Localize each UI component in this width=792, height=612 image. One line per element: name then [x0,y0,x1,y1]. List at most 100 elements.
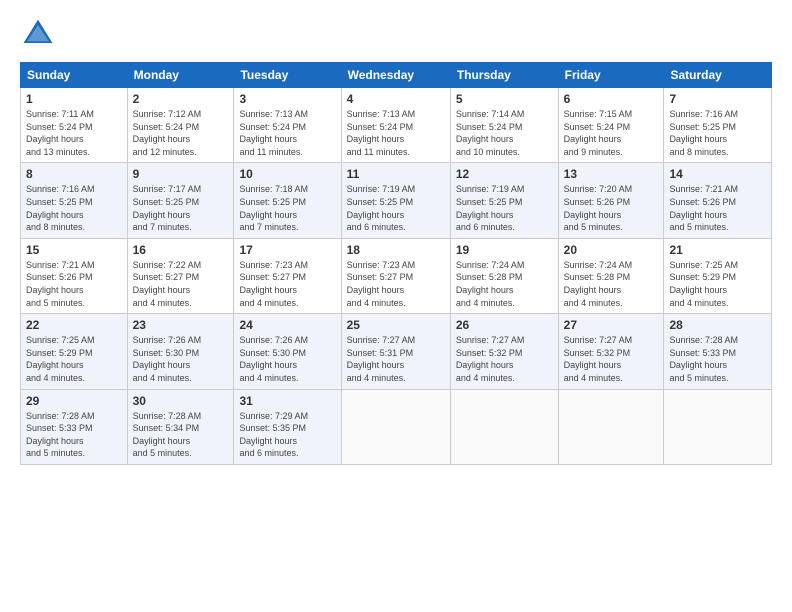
calendar-cell: 19 Sunrise: 7:24 AMSunset: 5:28 PMDayligh… [450,238,558,313]
day-info: Sunrise: 7:16 AMSunset: 5:25 PMDaylight … [26,183,122,233]
weekday-header: Wednesday [341,63,450,88]
calendar-cell: 13 Sunrise: 7:20 AMSunset: 5:26 PMDayligh… [558,163,664,238]
calendar-cell: 15 Sunrise: 7:21 AMSunset: 5:26 PMDayligh… [21,238,128,313]
day-info: Sunrise: 7:23 AMSunset: 5:27 PMDaylight … [239,259,335,309]
calendar-cell: 18 Sunrise: 7:23 AMSunset: 5:27 PMDayligh… [341,238,450,313]
calendar-cell: 2 Sunrise: 7:12 AMSunset: 5:24 PMDaylight… [127,88,234,163]
calendar-cell: 23 Sunrise: 7:26 AMSunset: 5:30 PMDayligh… [127,314,234,389]
calendar-cell: 10 Sunrise: 7:18 AMSunset: 5:25 PMDayligh… [234,163,341,238]
day-info: Sunrise: 7:11 AMSunset: 5:24 PMDaylight … [26,108,122,158]
day-number: 27 [564,318,659,332]
day-number: 9 [133,167,229,181]
day-number: 14 [669,167,766,181]
day-number: 25 [347,318,445,332]
day-number: 11 [347,167,445,181]
calendar-cell: 8 Sunrise: 7:16 AMSunset: 5:25 PMDaylight… [21,163,128,238]
calendar-header-row: SundayMondayTuesdayWednesdayThursdayFrid… [21,63,772,88]
day-number: 19 [456,243,553,257]
calendar-cell: 1 Sunrise: 7:11 AMSunset: 5:24 PMDaylight… [21,88,128,163]
day-number: 1 [26,92,122,106]
day-info: Sunrise: 7:25 AMSunset: 5:29 PMDaylight … [669,259,766,309]
calendar-cell: 21 Sunrise: 7:25 AMSunset: 5:29 PMDayligh… [664,238,772,313]
day-number: 12 [456,167,553,181]
calendar-cell: 25 Sunrise: 7:27 AMSunset: 5:31 PMDayligh… [341,314,450,389]
day-info: Sunrise: 7:29 AMSunset: 5:35 PMDaylight … [239,410,335,460]
day-number: 15 [26,243,122,257]
day-number: 26 [456,318,553,332]
calendar-cell: 4Sunrise: 7:13 AMSunset: 5:24 PMDaylight… [341,88,450,163]
calendar-cell [450,389,558,464]
calendar-cell [664,389,772,464]
day-number: 23 [133,318,229,332]
calendar-week-row: 29 Sunrise: 7:28 AMSunset: 5:33 PMDayligh… [21,389,772,464]
weekday-header: Monday [127,63,234,88]
day-number: 2 [133,92,229,106]
calendar-cell: 16 Sunrise: 7:22 AMSunset: 5:27 PMDayligh… [127,238,234,313]
day-info: Sunrise: 7:16 AMSunset: 5:25 PMDaylight … [669,108,766,158]
day-info: Sunrise: 7:22 AMSunset: 5:27 PMDaylight … [133,259,229,309]
day-info: Sunrise: 7:28 AMSunset: 5:33 PMDaylight … [669,334,766,384]
calendar-cell [341,389,450,464]
page: SundayMondayTuesdayWednesdayThursdayFrid… [0,0,792,481]
day-number: 28 [669,318,766,332]
day-number: 24 [239,318,335,332]
day-number: 16 [133,243,229,257]
calendar-week-row: 15 Sunrise: 7:21 AMSunset: 5:26 PMDayligh… [21,238,772,313]
calendar-cell: 30 Sunrise: 7:28 AMSunset: 5:34 PMDayligh… [127,389,234,464]
calendar-week-row: 22Sunrise: 7:25 AMSunset: 5:29 PMDayligh… [21,314,772,389]
calendar-cell: 5Sunrise: 7:14 AMSunset: 5:24 PMDaylight… [450,88,558,163]
day-info: Sunrise: 7:15 AMSunset: 5:24 PMDaylight … [564,108,659,158]
calendar-week-row: 1 Sunrise: 7:11 AMSunset: 5:24 PMDaylight… [21,88,772,163]
weekday-header: Friday [558,63,664,88]
calendar-cell: 27Sunrise: 7:27 AMSunset: 5:32 PMDayligh… [558,314,664,389]
calendar-cell: 28 Sunrise: 7:28 AMSunset: 5:33 PMDayligh… [664,314,772,389]
day-info: Sunrise: 7:20 AMSunset: 5:26 PMDaylight … [564,183,659,233]
calendar-cell: 20Sunrise: 7:24 AMSunset: 5:28 PMDayligh… [558,238,664,313]
day-info: Sunrise: 7:24 AMSunset: 5:28 PMDaylight … [564,259,659,309]
day-info: Sunrise: 7:26 AMSunset: 5:30 PMDaylight … [239,334,335,384]
day-number: 17 [239,243,335,257]
day-number: 3 [239,92,335,106]
calendar-cell: 9 Sunrise: 7:17 AMSunset: 5:25 PMDaylight… [127,163,234,238]
day-info: Sunrise: 7:28 AMSunset: 5:33 PMDaylight … [26,410,122,460]
day-info: Sunrise: 7:21 AMSunset: 5:26 PMDaylight … [26,259,122,309]
day-number: 31 [239,394,335,408]
day-info: Sunrise: 7:26 AMSunset: 5:30 PMDaylight … [133,334,229,384]
logo-icon [20,16,56,52]
day-info: Sunrise: 7:24 AMSunset: 5:28 PMDaylight … [456,259,553,309]
day-info: Sunrise: 7:17 AMSunset: 5:25 PMDaylight … [133,183,229,233]
day-number: 22 [26,318,122,332]
weekday-header: Thursday [450,63,558,88]
day-info: Sunrise: 7:27 AMSunset: 5:32 PMDaylight … [456,334,553,384]
day-info: Sunrise: 7:23 AMSunset: 5:27 PMDaylight … [347,259,445,309]
calendar-cell: 3 Sunrise: 7:13 AMSunset: 5:24 PMDaylight… [234,88,341,163]
day-number: 10 [239,167,335,181]
day-number: 18 [347,243,445,257]
day-info: Sunrise: 7:13 AMSunset: 5:24 PMDaylight … [347,108,445,158]
day-info: Sunrise: 7:19 AMSunset: 5:25 PMDaylight … [456,183,553,233]
weekday-header: Saturday [664,63,772,88]
day-info: Sunrise: 7:14 AMSunset: 5:24 PMDaylight … [456,108,553,158]
day-number: 21 [669,243,766,257]
day-info: Sunrise: 7:27 AMSunset: 5:31 PMDaylight … [347,334,445,384]
day-info: Sunrise: 7:13 AMSunset: 5:24 PMDaylight … [239,108,335,158]
day-number: 30 [133,394,229,408]
calendar-cell: 26 Sunrise: 7:27 AMSunset: 5:32 PMDayligh… [450,314,558,389]
calendar-cell: 29 Sunrise: 7:28 AMSunset: 5:33 PMDayligh… [21,389,128,464]
calendar-cell: 14 Sunrise: 7:21 AMSunset: 5:26 PMDayligh… [664,163,772,238]
day-info: Sunrise: 7:12 AMSunset: 5:24 PMDaylight … [133,108,229,158]
day-number: 8 [26,167,122,181]
calendar-cell: 6 Sunrise: 7:15 AMSunset: 5:24 PMDaylight… [558,88,664,163]
calendar-cell: 7Sunrise: 7:16 AMSunset: 5:25 PMDaylight… [664,88,772,163]
day-number: 6 [564,92,659,106]
calendar-cell [558,389,664,464]
day-info: Sunrise: 7:19 AMSunset: 5:25 PMDaylight … [347,183,445,233]
calendar-cell: 24 Sunrise: 7:26 AMSunset: 5:30 PMDayligh… [234,314,341,389]
day-info: Sunrise: 7:21 AMSunset: 5:26 PMDaylight … [669,183,766,233]
calendar-week-row: 8 Sunrise: 7:16 AMSunset: 5:25 PMDaylight… [21,163,772,238]
day-number: 29 [26,394,122,408]
weekday-header: Sunday [21,63,128,88]
day-info: Sunrise: 7:28 AMSunset: 5:34 PMDaylight … [133,410,229,460]
day-info: Sunrise: 7:18 AMSunset: 5:25 PMDaylight … [239,183,335,233]
day-number: 13 [564,167,659,181]
